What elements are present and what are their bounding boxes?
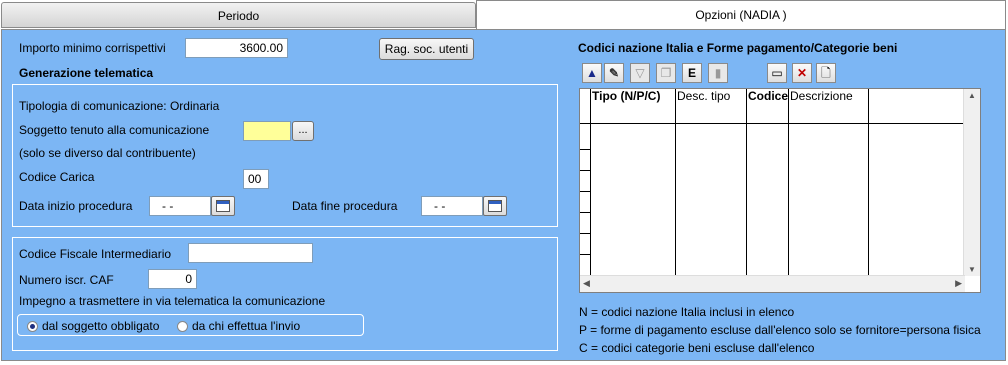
soggetto-browse-button[interactable]: ... (292, 121, 314, 141)
column-divider (675, 89, 676, 277)
window-button[interactable]: ▭ (767, 63, 787, 83)
edit-button[interactable]: ✎ (604, 63, 624, 83)
data-inizio-input[interactable]: - - (149, 196, 211, 216)
column-header-descrizione[interactable]: Descrizione (788, 89, 853, 103)
column-divider (788, 89, 789, 277)
tab-opzioni[interactable]: Opzioni (NADIA ) (476, 0, 1006, 29)
header-separator (580, 123, 965, 124)
scroll-down-icon[interactable]: ▼ (968, 265, 976, 274)
tab-periodo[interactable]: Periodo (1, 2, 476, 28)
legend-line-p: P = forme di pagamento escluse dall'elen… (579, 323, 981, 337)
lock-icon: ▮ (714, 66, 722, 80)
delete-icon: ✕ (796, 66, 808, 80)
scroll-up-icon[interactable]: ▲ (968, 91, 976, 100)
copy-button[interactable]: ❐ (656, 63, 676, 83)
horizontal-scrollbar[interactable]: ◀ ▶ (580, 275, 965, 292)
export-button[interactable]: E (682, 63, 702, 83)
data-inizio-label: Data inizio procedura (19, 199, 133, 213)
scroll-left-icon[interactable]: ◀ (583, 278, 590, 289)
importo-label: Importo minimo corrispettivi (19, 41, 166, 55)
calendar-icon (488, 200, 502, 212)
row-marker (580, 212, 590, 213)
rag-soc-utenti-button[interactable]: Rag. soc. utenti (379, 38, 474, 60)
row-marker (580, 233, 590, 234)
row-marker (580, 191, 590, 192)
edit-check-icon: ✎ (608, 66, 620, 80)
calendar-icon (216, 200, 230, 212)
data-fine-label: Data fine procedura (292, 199, 398, 213)
soggetto-note: (solo se diverso dal contribuente) (19, 146, 196, 160)
column-header-desc-tipo[interactable]: Desc. tipo (675, 89, 730, 103)
column-header-codice[interactable]: Codice (746, 89, 788, 103)
grid-title: Codici nazione Italia e Forme pagamento/… (578, 41, 898, 55)
export-icon: E (687, 66, 696, 80)
radio-dal-soggetto-label[interactable]: dal soggetto obbligato (42, 319, 159, 333)
copy-icon: ❐ (660, 66, 672, 80)
soggetto-input[interactable] (243, 121, 291, 141)
delete-button[interactable]: ✕ (792, 63, 812, 83)
tipologia-label: Tipologia di comunicazione: Ordinaria (19, 99, 220, 113)
cf-intermediario-label: Codice Fiscale Intermediario (19, 247, 172, 261)
row-marker (580, 149, 590, 150)
generazione-telematica-heading: Generazione telematica (19, 66, 154, 80)
filter-button[interactable]: ▽ (630, 63, 650, 83)
column-divider (868, 89, 869, 277)
new-document-button[interactable]: 🗋 (816, 63, 836, 83)
radio-da-chi-invia[interactable] (177, 321, 188, 332)
legend-line-n: N = codici nazione Italia inclusi in ele… (579, 305, 795, 319)
row-marker (580, 254, 590, 255)
data-fine-input[interactable]: - - (421, 196, 483, 216)
move-up-button[interactable]: ▲ (582, 63, 602, 83)
data-fine-calendar-button[interactable] (483, 196, 507, 216)
cf-intermediario-input[interactable] (188, 243, 313, 263)
legend-line-c: C = codici categorie beni escluse dall'e… (579, 341, 815, 355)
impegno-label: Impegno a trasmettere in via telematica … (19, 294, 326, 308)
filter-icon: ▽ (635, 66, 645, 80)
data-inizio-calendar-button[interactable] (211, 196, 235, 216)
codice-carica-input[interactable]: 00 (243, 169, 269, 189)
column-header-tipo[interactable]: Tipo (N/P/C) (590, 89, 660, 103)
importo-input[interactable]: 3600.00 (185, 38, 288, 58)
window-icon: ▭ (771, 66, 783, 80)
column-divider (746, 89, 747, 277)
numero-caf-label: Numero iscr. CAF (19, 273, 114, 287)
codes-grid[interactable]: Tipo (N/P/C) Desc. tipo Codice Descrizio… (579, 88, 981, 293)
radio-da-chi-invia-label[interactable]: da chi effettua l'invio (192, 319, 300, 333)
row-marker (580, 170, 590, 171)
up-arrow-icon: ▲ (586, 66, 598, 80)
vertical-scrollbar[interactable]: ▲ ▼ (963, 89, 980, 276)
radio-dal-soggetto[interactable] (27, 321, 38, 332)
numero-caf-input[interactable]: 0 (148, 269, 197, 289)
column-divider (590, 89, 591, 277)
new-document-icon: 🗋 (821, 66, 831, 80)
lock-button[interactable]: ▮ (708, 63, 728, 83)
soggetto-label: Soggetto tenuto alla comunicazione (19, 123, 210, 137)
codice-carica-label: Codice Carica (19, 170, 95, 184)
scroll-right-icon[interactable]: ▶ (955, 278, 962, 289)
